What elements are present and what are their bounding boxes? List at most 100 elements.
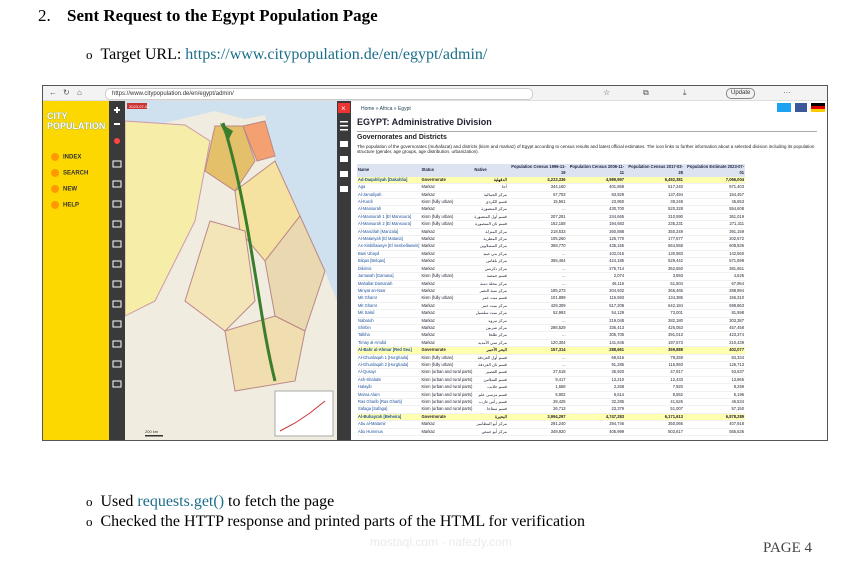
table-header-cell[interactable]: Native <box>473 164 508 177</box>
table-cell-name[interactable]: Aga <box>357 183 421 192</box>
target-url-link[interactable]: https://www.citypopulation.de/en/egypt/a… <box>185 46 487 63</box>
table-cell-native: قسم الكردي <box>473 198 508 207</box>
table-cell-status: Kism (urban and rural parts) <box>420 398 474 407</box>
table-cell-p1: ... <box>507 280 567 288</box>
table-cell-p3: 197,573 <box>625 339 684 348</box>
table-cell-p3: 350,249 <box>625 228 684 237</box>
table-cell-p2: 83,929 <box>566 191 626 200</box>
star-icon <box>51 185 59 193</box>
table-cell-p1: 157,314 <box>507 346 567 355</box>
table-cell-name[interactable]: Halayib <box>357 383 421 392</box>
table-cell-status: Governorate <box>420 176 474 185</box>
table-cell-name[interactable]: Abu Hummus <box>357 428 421 437</box>
address-bar[interactable]: https://www.citypopulation.de/en/egypt/a… <box>105 88 533 100</box>
table-cell-name[interactable]: Jamasah [Gamasa] <box>357 272 421 281</box>
table-cell-native: البحر الأحمر <box>473 346 508 355</box>
table-cell-native: مركز شربين <box>473 324 508 333</box>
table-cell-p3: 350,066 <box>625 420 684 429</box>
table-header-cell[interactable]: Population Census 2006-11-11 <box>566 164 626 177</box>
map-canvas[interactable]: 2023-07-01 200 km <box>125 101 337 440</box>
table-cell-name[interactable]: Al-Manzilah [Manzala] <box>357 228 421 237</box>
menu-search[interactable]: SEARCH <box>51 169 88 177</box>
table-cell-name[interactable]: Al-Ghurdaqah 1 [Hurghada] <box>357 354 421 362</box>
table-cell-native: مركز أبو حمص <box>473 428 508 437</box>
table-header-cell[interactable]: Name <box>357 164 421 177</box>
table-cell-p1: 207,291 <box>507 213 567 222</box>
table-cell-name[interactable]: Al-Bahr al-Ahmar [Red Sea] <box>357 346 421 355</box>
table-cell-name[interactable]: Al-Buhayrah [Beheira] <box>357 413 421 422</box>
table-cell-name[interactable]: Al-Kurdi <box>357 198 421 207</box>
twitter-icon[interactable] <box>777 103 791 112</box>
table-cell-p2: 46,116 <box>566 280 626 288</box>
table-cell-native: قسم رأس غارب <box>473 398 508 407</box>
table-header-cell[interactable]: Population Census 2017-03-28 <box>625 164 684 177</box>
table-cell-name[interactable]: Mit Salsil <box>357 309 421 318</box>
table-cell-name[interactable]: Ash-Shalatin <box>357 376 421 385</box>
table-cell-name[interactable]: Dikirnis <box>357 265 421 274</box>
menu-new[interactable]: NEW <box>51 185 77 193</box>
table-cell-name[interactable]: Al-Mansurah 1 [El Mansoura] <box>357 213 421 222</box>
table-cell-native: الدقهلية <box>473 176 508 185</box>
table-cell-name[interactable]: Mahallat Damanah <box>357 280 421 288</box>
breadcrumb[interactable]: Home » Africa » Egypt <box>361 106 411 112</box>
table-cell-name[interactable]: Minyat an-Nasr <box>357 287 421 296</box>
table-cell-name[interactable]: Shirbin <box>357 324 421 333</box>
table-header-cell[interactable]: Population Census 1996-11-19 <box>507 164 567 177</box>
table-header-cell[interactable]: Status <box>420 164 474 177</box>
download-icon[interactable]: ⤓ <box>683 88 687 98</box>
close-icon[interactable]: × <box>341 104 346 113</box>
table-row: Halayib Kism (urban and rural parts) قسم ح… <box>357 383 745 392</box>
table-cell-name[interactable]: As-Sinbillawayn [El Senbellawein] <box>357 242 421 251</box>
table-row: Al-Mansurah 1 [El Mansoura] Kism (fully u… <box>357 213 745 222</box>
table-cell-name[interactable]: Timay al-Amdid <box>357 339 421 348</box>
table-cell-p2: 102,016 <box>566 250 626 259</box>
table-cell-name[interactable]: Mit Ghamr <box>357 294 421 303</box>
table-cell-name[interactable]: Abu al-Matamir <box>357 420 421 429</box>
table-cell-name[interactable]: Bilqas [Belqas] <box>357 257 421 266</box>
table-cell-name[interactable]: Safaga [Safaga] <box>357 405 421 414</box>
table-cell-name[interactable]: Al-Jamaliyah <box>357 191 421 200</box>
table-cell-name[interactable]: Al-Mansurah <box>357 205 421 214</box>
facebook-icon[interactable] <box>795 103 807 112</box>
table-cell-name[interactable]: Ras Gharib [Ras Gharb] <box>357 398 421 407</box>
extensions-icon[interactable]: ⧉ <box>643 88 649 98</box>
table-cell-name[interactable]: Al-Mansurah 2 [El Mansoura] <box>357 220 421 229</box>
table-cell-name[interactable]: Bani Ubayd <box>357 250 421 259</box>
update-button[interactable]: Update <box>726 88 756 99</box>
table-cell-status: Kism (fully urban) <box>420 294 474 303</box>
table-cell-name[interactable]: Marsa Alam <box>357 391 421 400</box>
star-icon[interactable]: ☆ <box>603 88 610 97</box>
table-cell-status: Markaz <box>420 235 474 244</box>
table-cell-p3: 310,590 <box>625 213 684 222</box>
table-cell-native: قسم القصير <box>473 368 508 377</box>
table-cell-p4: 457,458 <box>683 324 745 333</box>
table-cell-name[interactable]: Nabaruh <box>357 317 421 325</box>
menu-help[interactable]: HELP <box>51 201 79 209</box>
table-cell-native: قسم ثان الغردقة <box>473 361 508 370</box>
table-cell-p1: 3,994,297 <box>507 413 567 422</box>
table-cell-name[interactable]: Al-Matariyah [El Mataria] <box>357 235 421 244</box>
table-cell-name[interactable]: Al-Qusayr <box>357 368 421 377</box>
menu-index[interactable]: INDEX <box>51 153 81 161</box>
table-cell-p4: 698,863 <box>683 302 745 311</box>
table-cell-name[interactable]: Al-Ghurdaqah 2 [Hurghada] <box>357 361 421 370</box>
german-flag-icon[interactable] <box>811 103 825 112</box>
table-cell-name[interactable]: Talkha <box>357 331 421 340</box>
table-header-cell[interactable]: Population Estimate 2023-07-01 <box>683 164 745 177</box>
table-cell-p3: 266,465 <box>625 287 684 296</box>
table-row: Timay al-Amdid Markaz مركز تمي الأمديد 120,… <box>357 339 745 348</box>
back-icon[interactable]: ← <box>49 88 57 97</box>
table-cell-p3: 282,180 <box>625 317 684 325</box>
egypt-map[interactable]: 2023-07-01 200 km <box>125 101 337 440</box>
requests-get-code: requests.get() <box>137 493 225 510</box>
more-icon[interactable]: ··· <box>783 88 791 97</box>
table-cell-p4: 381,651 <box>683 265 745 274</box>
home-icon[interactable]: ⌂ <box>77 88 82 97</box>
table-cell-status: Markaz <box>420 309 474 318</box>
table-cell-p1: 120,304 <box>507 339 567 348</box>
table-cell-name[interactable]: Ad-Daqahliyah [Dakahlia] <box>357 176 421 185</box>
table-cell-p1: 368,770 <box>507 242 567 251</box>
refresh-icon[interactable]: ↻ <box>63 88 70 97</box>
table-cell-native: مركز المنزلة <box>473 228 508 237</box>
table-cell-name[interactable]: Mit Ghamr <box>357 302 421 311</box>
